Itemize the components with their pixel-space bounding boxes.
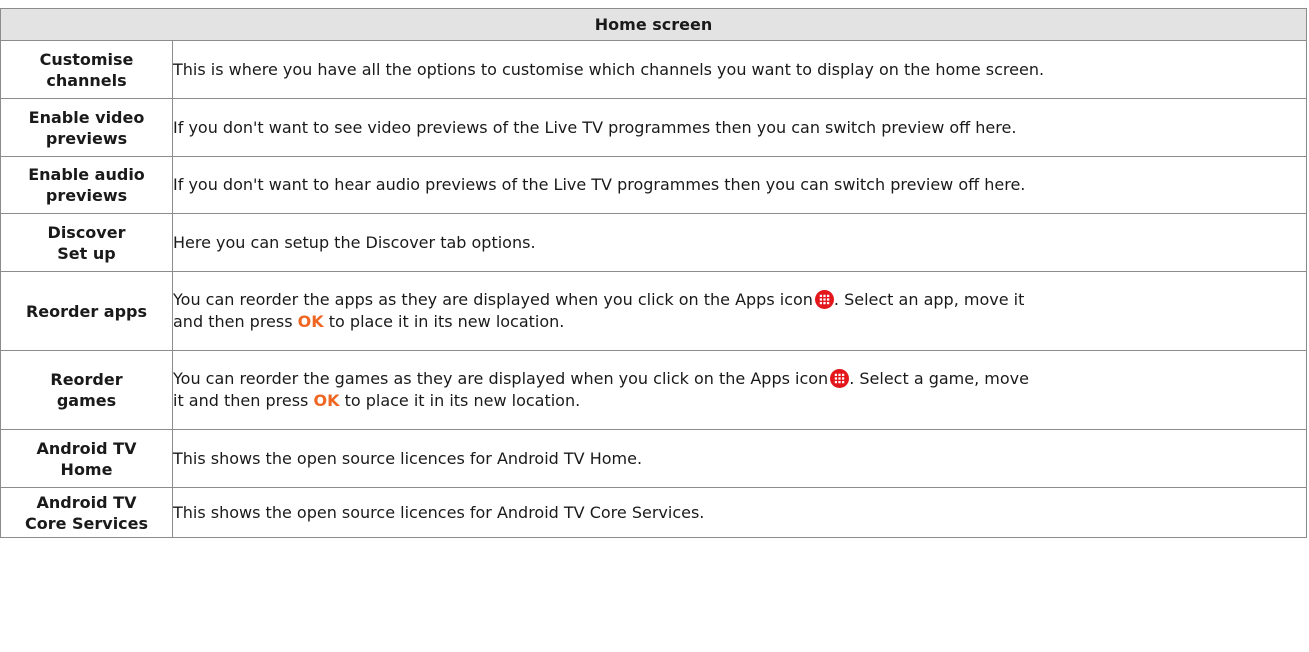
row-label: Enable audio previews bbox=[0, 156, 173, 214]
row-description: You can reorder the games as they are di… bbox=[172, 350, 1307, 430]
row-description: You can reorder the apps as they are dis… bbox=[172, 271, 1307, 351]
desc-text: it and then press bbox=[173, 391, 309, 410]
desc-text: . Select a game, move bbox=[849, 369, 1029, 388]
row-label: Enable video previews bbox=[0, 98, 173, 157]
desc-text: You can reorder the apps as they are dis… bbox=[173, 290, 813, 309]
row-label-line: Customise bbox=[39, 49, 134, 69]
row-label-line: Discover bbox=[47, 222, 126, 242]
row-label-line: Enable audio bbox=[28, 165, 145, 184]
row-label-line: Set up bbox=[57, 243, 116, 263]
row-label-line: Reorder bbox=[50, 370, 123, 389]
desc-text: You can reorder the games as they are di… bbox=[173, 369, 829, 388]
row-label: Reorder apps bbox=[0, 271, 173, 351]
row-label-line: games bbox=[56, 391, 117, 410]
row-label: Android TV Core Services bbox=[0, 487, 173, 538]
table-row-android-tv-home: Android TV Home This shows the open sour… bbox=[0, 429, 1307, 488]
desc-text: to place it in its new location. bbox=[344, 391, 581, 410]
row-label-line: Core Services bbox=[24, 513, 149, 533]
apps-grid-icon bbox=[830, 369, 850, 388]
row-description: If you don't want to hear audio previews… bbox=[172, 156, 1307, 214]
row-label: Reorder games bbox=[0, 350, 173, 430]
row-description: This is where you have all the options t… bbox=[172, 40, 1307, 99]
row-label-line: channels bbox=[46, 70, 127, 90]
desc-text: to place it in its new location. bbox=[328, 312, 565, 331]
table-row-reorder-games: Reorder games You can reorder the games … bbox=[0, 350, 1307, 430]
desc-text: . Select an app, move it bbox=[833, 290, 1025, 309]
desc-text: and then press bbox=[173, 312, 293, 331]
table-row-customise-channels: Customise channels This is where you hav… bbox=[0, 40, 1307, 99]
row-description: This shows the open source licences for … bbox=[172, 487, 1307, 538]
table-row-discover-set-up: Discover Set up Here you can setup the D… bbox=[0, 213, 1307, 272]
row-label: Customise channels bbox=[0, 40, 173, 99]
table-row-android-tv-core-services: Android TV Core Services This shows the … bbox=[0, 487, 1307, 538]
row-description: Here you can setup the Discover tab opti… bbox=[172, 213, 1307, 272]
row-label-line: Enable video bbox=[28, 107, 145, 127]
ok-key-label: OK bbox=[297, 312, 324, 331]
home-screen-settings-table: Home screen Customise channels This is w… bbox=[0, 8, 1307, 538]
row-label-line: previews bbox=[45, 186, 128, 205]
ok-key-label: OK bbox=[313, 391, 340, 410]
row-description: This shows the open source licences for … bbox=[172, 429, 1307, 488]
row-description: If you don't want to see video previews … bbox=[172, 98, 1307, 157]
apps-grid-icon bbox=[814, 290, 834, 309]
table-row-enable-audio-previews: Enable audio previews If you don't want … bbox=[0, 156, 1307, 214]
row-label: Android TV Home bbox=[0, 429, 173, 488]
row-label-line: Home bbox=[60, 459, 113, 479]
row-label-line: Android TV bbox=[36, 438, 137, 458]
row-label: Discover Set up bbox=[0, 213, 173, 272]
table-header: Home screen bbox=[0, 8, 1307, 41]
row-label-line: Android TV bbox=[36, 492, 137, 512]
row-label-line: Reorder apps bbox=[25, 301, 148, 321]
table-row-enable-video-previews: Enable video previews If you don't want … bbox=[0, 98, 1307, 157]
table-row-reorder-apps: Reorder apps You can reorder the apps as… bbox=[0, 271, 1307, 351]
row-label-line: previews bbox=[45, 128, 128, 148]
